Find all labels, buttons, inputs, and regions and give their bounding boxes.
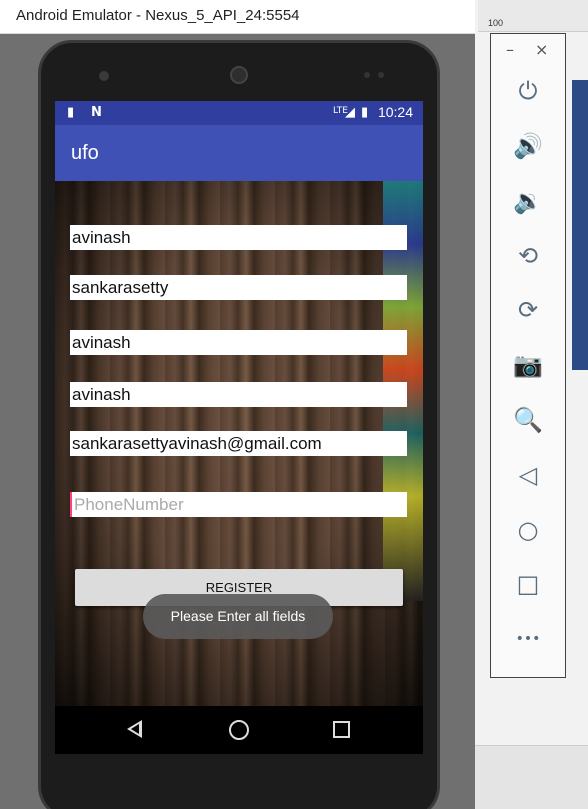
earpiece-speaker <box>230 66 248 84</box>
emulator-titlebar[interactable]: Android Emulator - Nexus_5_API_24:5554 <box>0 0 475 34</box>
signal-icon: ◢ <box>345 105 355 120</box>
password-field[interactable]: avinash <box>70 382 407 407</box>
volume-down-icon[interactable]: 🔉 <box>511 184 545 218</box>
overview-icon[interactable]: □ <box>511 567 545 601</box>
ide-preview-panel <box>572 80 588 370</box>
nav-back-icon-inner <box>131 724 139 734</box>
ruler-label: 100 <box>488 18 504 28</box>
close-icon[interactable]: × <box>535 40 548 59</box>
clock: 10:24 <box>377 104 413 120</box>
last-name-field[interactable]: sankarasetty <box>70 275 407 300</box>
status-bar: ▮ N LTE ◢ ▮ 10:24 <box>55 101 423 125</box>
action-bar: ufo <box>55 125 423 181</box>
power-icon[interactable]: ⏻ <box>511 74 545 108</box>
device-screen[interactable]: ▮ N LTE ◢ ▮ 10:24 ufo avinash sankaraset… <box>55 101 423 754</box>
sensor-dot <box>378 72 384 78</box>
zoom-icon[interactable]: 🔍 <box>511 403 545 437</box>
n-icon: N <box>91 105 102 120</box>
toast-message: Please Enter all fields <box>143 594 333 639</box>
ide-bottom-strip <box>475 745 588 809</box>
minimize-icon[interactable]: – <box>506 40 514 59</box>
volume-up-icon[interactable]: 🔊 <box>511 129 545 163</box>
back-icon[interactable]: ◁ <box>511 458 545 492</box>
nav-recents-icon[interactable] <box>333 721 350 738</box>
phone-number-field[interactable]: PhoneNumber <box>70 492 407 517</box>
first-name-field[interactable]: avinash <box>70 225 407 250</box>
nav-home-icon[interactable] <box>229 720 249 740</box>
emulator-window: Android Emulator - Nexus_5_API_24:5554 ▮… <box>0 0 475 809</box>
navigation-bar <box>55 706 423 754</box>
home-icon[interactable]: ○ <box>511 513 545 547</box>
battery-icon: ▮ <box>361 105 369 120</box>
sensor-dot <box>364 72 370 78</box>
rotate-left-icon[interactable]: ⟲ <box>511 239 545 273</box>
rotate-right-icon[interactable]: ⟳ <box>511 293 545 327</box>
sd-card-icon: ▮ <box>67 105 75 120</box>
register-form: avinash sankarasetty avinash avinash san… <box>55 181 423 706</box>
camera-icon[interactable]: 📷 <box>511 348 545 382</box>
more-icon[interactable]: ••• <box>511 622 545 656</box>
emulator-toolbar: – × ⏻ 🔊 🔉 ⟲ ⟳ 📷 🔍 ◁ ○ □ ••• <box>490 33 566 678</box>
username-field[interactable]: avinash <box>70 330 407 355</box>
email-field[interactable]: sankarasettyavinash@gmail.com <box>70 431 407 456</box>
window-title: Android Emulator - Nexus_5_API_24:5554 <box>16 7 300 24</box>
app-title: ufo <box>71 142 99 164</box>
front-camera-icon <box>99 71 109 81</box>
